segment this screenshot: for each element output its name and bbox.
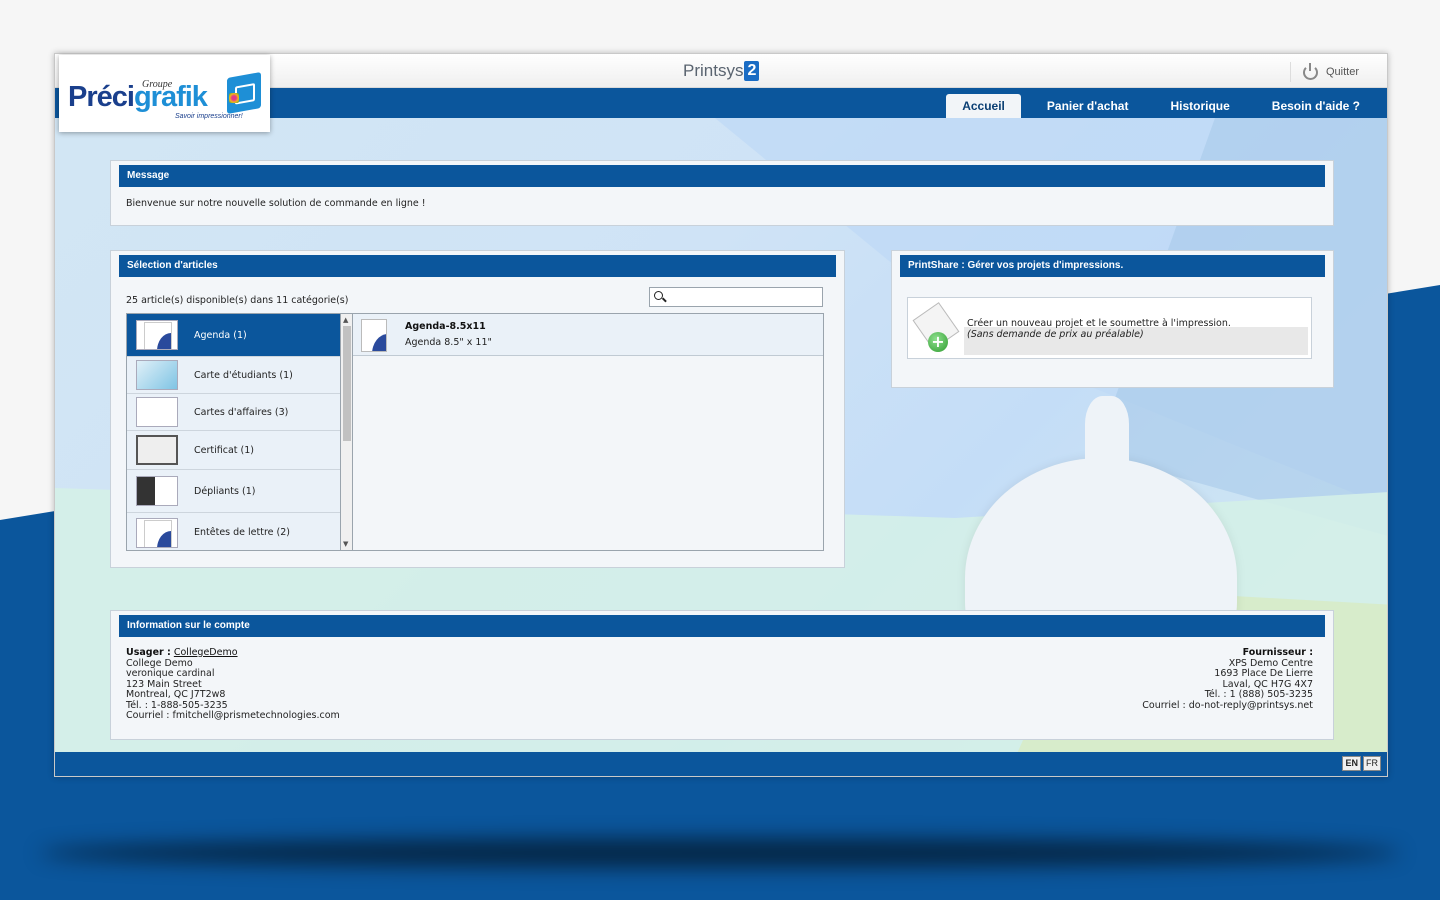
search-input[interactable] (649, 287, 823, 307)
item-row[interactable]: Agenda-8.5x11 Agenda 8.5" x 11" (353, 314, 823, 356)
business-card-thumb-icon (136, 397, 178, 427)
lang-en-button[interactable]: EN (1342, 756, 1361, 771)
article-count: 25 article(s) disponible(s) dans 11 caté… (126, 295, 349, 306)
account-title: Information sur le compte (119, 615, 1325, 637)
selection-panel: Sélection d'articles 25 article(s) dispo… (110, 250, 845, 568)
category-label: Certificat (1) (194, 444, 254, 456)
account-panel: Information sur le compte Usager : Colle… (110, 610, 1334, 740)
category-label: Carte d'étudiants (1) (194, 369, 293, 381)
quit-button[interactable]: Quitter (1289, 62, 1359, 82)
logo-tagline: Savoir impressionner! (175, 113, 243, 120)
category-list: Agenda (1) Carte d'étudiants (1) Cartes … (126, 313, 341, 551)
category-item[interactable]: Cartes d'affaires (3) (127, 394, 340, 431)
power-icon (1302, 62, 1318, 80)
logo-grafik: grafik (133, 81, 208, 113)
category-item[interactable]: Dépliants (1) (127, 470, 340, 513)
tab-historique[interactable]: Historique (1149, 94, 1250, 118)
user-line: veronique cardinal (126, 668, 215, 679)
category-item[interactable]: Entêtes de lettre (2) (127, 513, 340, 550)
search-icon (654, 291, 663, 300)
tab-panier[interactable]: Panier d'achat (1026, 94, 1150, 118)
page-thumb-icon (136, 320, 178, 350)
brand-version: 2 (744, 61, 760, 81)
tab-accueil[interactable]: Accueil (946, 94, 1021, 118)
category-label: Cartes d'affaires (3) (194, 406, 289, 418)
category-label: Dépliants (1) (194, 485, 256, 497)
printshare-panel: PrintShare : Gérer vos projets d'impress… (891, 250, 1334, 388)
tab-aide[interactable]: Besoin d'aide ? (1251, 94, 1381, 118)
footer-bar: EN FR (55, 752, 1387, 776)
supplier-line: 1693 Place De Lierre (1214, 668, 1313, 679)
item-name: Agenda-8.5x11 (405, 321, 486, 332)
precigrafik-logo[interactable]: Groupe Précigrafik Savoir impressionner! (59, 55, 270, 132)
main-content: Message Bienvenue sur notre nouvelle sol… (55, 118, 1387, 752)
category-item[interactable]: Agenda (1) (127, 314, 340, 357)
supplier-info: Fournisseur : XPS Demo Centre 1693 Place… (1142, 647, 1313, 711)
item-thumb-icon (361, 319, 387, 352)
scroll-down-arrow-icon[interactable]: ▼ (343, 540, 348, 548)
message-panel: Message Bienvenue sur notre nouvelle sol… (110, 160, 1334, 226)
printsys-logo: Printsys 2 (683, 60, 760, 82)
new-project-note: (Sans demande de prix au préalable) (967, 329, 1144, 340)
user-name-link[interactable]: CollegeDemo (174, 647, 238, 658)
quit-label: Quitter (1325, 66, 1359, 78)
new-project-button[interactable]: + Créer un nouveau projet et le soumettr… (907, 297, 1312, 359)
logo-color-dots-icon (229, 93, 239, 103)
flyer-thumb-icon (136, 476, 178, 506)
category-item[interactable]: Carte d'étudiants (1) (127, 357, 340, 394)
window-shadow (40, 838, 1400, 868)
supplier-label: Fournisseur : (1242, 647, 1313, 658)
scrollbar-thumb[interactable] (343, 326, 351, 441)
item-desc: Agenda 8.5" x 11" (405, 337, 492, 348)
user-line: Montreal, QC J7T2w8 (126, 689, 226, 700)
letterhead-thumb-icon (136, 517, 178, 548)
message-title: Message (119, 165, 1325, 187)
user-line: Courriel : fmitchell@prismetechnologies.… (126, 710, 340, 721)
message-text: Bienvenue sur notre nouvelle solution de… (126, 198, 426, 209)
new-project-label: Créer un nouveau projet et le soumettre … (967, 318, 1231, 329)
printshare-title: PrintShare : Gérer vos projets d'impress… (900, 255, 1325, 277)
selection-title: Sélection d'articles (119, 255, 836, 277)
category-label: Entêtes de lettre (2) (194, 527, 290, 538)
category-item[interactable]: Certificat (1) (127, 431, 340, 470)
app-window: Printsys 2 Quitter Accueil Panier d'achat… (54, 53, 1388, 777)
logo-preci: Préci (68, 81, 135, 113)
user-label: Usager : (126, 647, 171, 658)
logo-wordmark: Précigrafik (68, 81, 208, 114)
category-label: Agenda (1) (194, 329, 247, 341)
supplier-line: Tél. : 1 (888) 505-3235 (1204, 689, 1313, 700)
certificate-thumb-icon (136, 435, 178, 465)
new-project-icon: + (912, 302, 960, 354)
category-scrollbar[interactable]: ▲ ▼ (341, 313, 353, 551)
card-thumb-icon (136, 360, 178, 390)
main-tabs: Accueil Panier d'achat Historique Besoin… (946, 94, 1381, 118)
item-list: Agenda-8.5x11 Agenda 8.5" x 11" (353, 313, 824, 551)
supplier-line: Courriel : do-not-reply@printsys.net (1142, 699, 1313, 711)
plus-icon: + (928, 332, 948, 352)
language-switcher: EN FR (1342, 756, 1381, 771)
brand-text: Printsys (683, 61, 744, 80)
scroll-up-arrow-icon[interactable]: ▲ (343, 316, 348, 324)
lang-fr-button[interactable]: FR (1363, 756, 1381, 771)
user-info: Usager : CollegeDemo College Demo veroni… (126, 647, 340, 722)
